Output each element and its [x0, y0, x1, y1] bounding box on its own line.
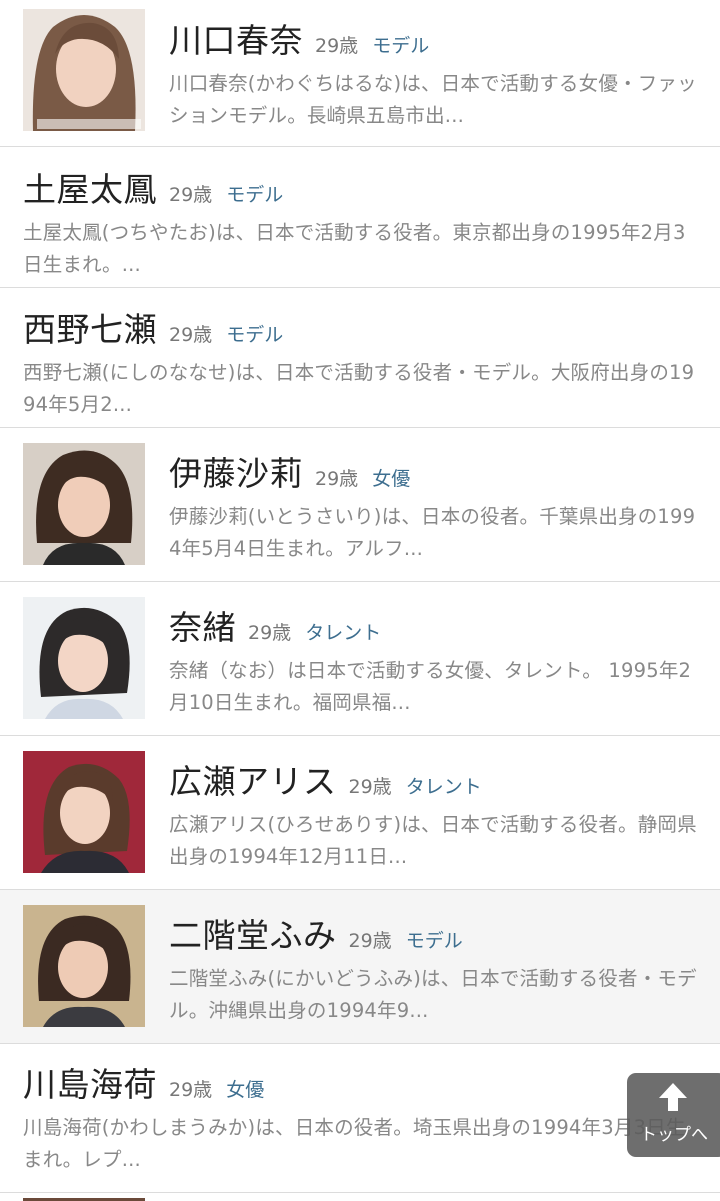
arrow-up-icon — [659, 1083, 687, 1111]
list-item[interactable]: 伊藤沙莉 29歳 女優 伊藤沙莉(いとうさいり)は、日本の役者。千葉県出身の19… — [0, 428, 720, 582]
person-name[interactable]: 奈緒 — [169, 601, 236, 649]
person-name[interactable]: 土屋太鳳 — [23, 163, 157, 211]
person-description: 広瀬アリス(ひろせありす)は、日本で活動する役者。静岡県出身の1994年12月1… — [169, 813, 697, 868]
profile-photo[interactable] — [23, 751, 145, 873]
person-age: 29歳 — [315, 35, 359, 57]
back-to-top-label: トップへ — [640, 1125, 708, 1145]
person-description: 川島海荷(かわしまうみか)は、日本の役者。埼玉県出身の1994年3月3日生まれ。… — [23, 1116, 686, 1171]
person-age: 29歳 — [348, 930, 392, 952]
list-item[interactable]: 西野七瀬 29歳 モデル 西野七瀬(にしのななせ)は、日本で活動する役者・モデル… — [0, 288, 720, 428]
list-item[interactable]: 土屋太鳳 29歳 モデル 土屋太鳳(つちやたお)は、日本で活動する役者。東京都出… — [0, 147, 720, 288]
list-item[interactable]: 奈緒 29歳 タレント 奈緒（なお）は日本で活動する女優、タレント。 1995年… — [0, 582, 720, 736]
category-tag[interactable]: 女優 — [226, 1075, 264, 1102]
person-name[interactable]: 広瀬アリス — [169, 755, 337, 803]
profile-photo[interactable] — [23, 443, 145, 565]
profile-photo[interactable] — [23, 597, 145, 719]
person-name[interactable]: 川口春奈 — [169, 14, 303, 62]
person-age: 29歳 — [169, 324, 213, 346]
person-age: 29歳 — [169, 1079, 213, 1101]
category-tag[interactable]: 女優 — [372, 464, 410, 491]
category-tag[interactable]: タレント — [305, 618, 381, 645]
person-age: 29歳 — [248, 622, 292, 644]
category-tag[interactable]: モデル — [372, 31, 429, 58]
profile-photo[interactable] — [23, 905, 145, 1027]
person-description: 奈緒（なお）は日本で活動する女優、タレント。 1995年2月10日生まれ。福岡県… — [169, 659, 692, 714]
celebrity-list: 川口春奈 29歳 モデル 川口春奈(かわぐちはるな)は、日本で活動する女優・ファ… — [0, 0, 720, 1193]
category-tag[interactable]: モデル — [406, 926, 463, 953]
person-description: 西野七瀬(にしのななせ)は、日本で活動する役者・モデル。大阪府出身の1994年5… — [23, 361, 695, 416]
person-age: 29歳 — [348, 776, 392, 798]
next-list-item-peek — [0, 1192, 720, 1201]
category-tag[interactable]: タレント — [406, 772, 482, 799]
person-description: 土屋太鳳(つちやたお)は、日本で活動する役者。東京都出身の1995年2月3日生ま… — [23, 221, 686, 276]
person-age: 29歳 — [315, 468, 359, 490]
list-item[interactable]: 川口春奈 29歳 モデル 川口春奈(かわぐちはるな)は、日本で活動する女優・ファ… — [0, 0, 720, 147]
person-age: 29歳 — [169, 184, 213, 206]
person-name[interactable]: 二階堂ふみ — [169, 909, 337, 957]
person-description: 二階堂ふみ(にかいどうふみ)は、日本で活動する役者・モデル。沖縄県出身の1994… — [169, 967, 697, 1022]
category-tag[interactable]: モデル — [226, 320, 283, 347]
list-item[interactable]: 川島海荷 29歳 女優 川島海荷(かわしまうみか)は、日本の役者。埼玉県出身の1… — [0, 1044, 720, 1193]
list-item[interactable]: 二階堂ふみ 29歳 モデル 二階堂ふみ(にかいどうふみ)は、日本で活動する役者・… — [0, 890, 720, 1044]
back-to-top-button[interactable]: トップへ — [627, 1073, 720, 1157]
person-name[interactable]: 西野七瀬 — [23, 303, 157, 351]
person-name[interactable]: 伊藤沙莉 — [169, 447, 303, 495]
person-name[interactable]: 川島海荷 — [23, 1058, 157, 1106]
person-description: 伊藤沙莉(いとうさいり)は、日本の役者。千葉県出身の1994年5月4日生まれ。ア… — [169, 505, 696, 560]
profile-photo[interactable] — [23, 9, 145, 131]
person-description: 川口春奈(かわぐちはるな)は、日本で活動する女優・ファッションモデル。長崎県五島… — [169, 72, 697, 127]
category-tag[interactable]: モデル — [226, 180, 283, 207]
list-item[interactable]: 広瀬アリス 29歳 タレント 広瀬アリス(ひろせありす)は、日本で活動する役者。… — [0, 736, 720, 890]
